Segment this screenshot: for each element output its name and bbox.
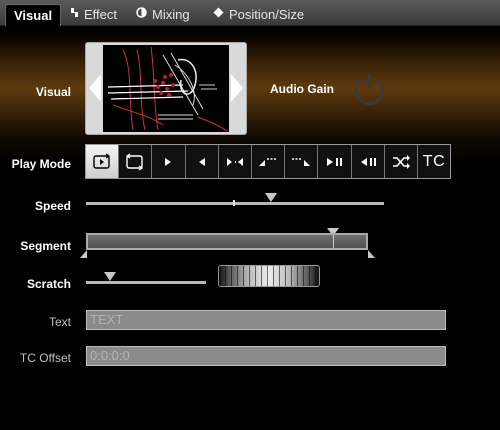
play-mode-shuffle-button[interactable] <box>385 145 418 178</box>
play-mode-loop-button[interactable] <box>86 145 120 178</box>
mixing-icon <box>136 4 147 26</box>
play-mode-play-button[interactable] <box>152 145 186 178</box>
ping-pong-icon <box>226 157 243 166</box>
loop-icon <box>93 153 111 169</box>
play-mode-ramp-down-button[interactable] <box>285 145 319 178</box>
speed-label: Speed <box>34 199 71 213</box>
tab-mixing[interactable]: Mixing <box>136 4 190 26</box>
visual-selector[interactable] <box>85 42 247 135</box>
ramp-up-icon <box>259 157 278 166</box>
text-label: Text <box>48 315 71 329</box>
next-visual-arrow-icon[interactable] <box>231 74 243 102</box>
reverse-icon <box>198 157 205 166</box>
visual-label: Visual <box>35 85 71 99</box>
audio-gain-label: Audio Gain <box>270 82 334 96</box>
text-input[interactable]: TEXT <box>86 310 446 330</box>
play-mode-loop-alt-button[interactable] <box>119 145 153 178</box>
play-mode-tc-button[interactable]: TC <box>418 145 450 178</box>
segment-bar[interactable] <box>86 233 368 250</box>
play-mode-label: Play Mode <box>11 157 71 171</box>
scratch-slider-track[interactable] <box>86 281 206 284</box>
segment-position-marker <box>332 235 334 248</box>
tab-effect-label: Effect <box>84 7 118 22</box>
tc-offset-label: TC Offset <box>19 351 71 365</box>
loop-alt-icon <box>126 153 144 170</box>
diamond-icon <box>213 4 224 26</box>
play-mode-buttons: TC <box>85 144 451 179</box>
scratch-wheel-ribs <box>219 266 319 286</box>
scratch-slider-handle[interactable] <box>104 272 116 281</box>
audio-gain-knob[interactable] <box>352 72 386 106</box>
play-mode-ping-pong-button[interactable] <box>219 145 252 178</box>
tab-effect[interactable]: Effect <box>70 4 117 26</box>
speed-center-tick <box>233 200 235 206</box>
tc-offset-input[interactable]: 0:0:0:0 <box>86 346 446 366</box>
play-icon <box>165 157 172 166</box>
speed-slider-handle[interactable] <box>264 193 277 202</box>
reverse-pause-icon <box>360 157 376 166</box>
tab-bar: Visual Effect Mixing Position/Size <box>0 0 500 26</box>
play-mode-reverse-button[interactable] <box>186 145 219 178</box>
tab-position-size-label: Position/Size <box>229 7 305 22</box>
visual-panel: Visual Audio Gain Play Mode TC Speed Seg… <box>0 26 500 430</box>
effect-icon <box>70 4 79 26</box>
play-mode-ramp-up-button[interactable] <box>252 145 286 178</box>
ramp-down-icon <box>292 157 311 166</box>
previous-visual-arrow-icon[interactable] <box>89 74 101 102</box>
tab-visual[interactable]: Visual <box>5 4 62 26</box>
shuffle-icon <box>392 154 410 169</box>
play-mode-reverse-pause-button[interactable] <box>352 145 385 178</box>
tab-position-size[interactable]: Position/Size <box>213 4 304 26</box>
segment-end-handle[interactable] <box>368 250 375 258</box>
tab-visual-label: Visual <box>14 7 53 23</box>
tab-mixing-label: Mixing <box>152 7 190 22</box>
visual-thumbnail[interactable] <box>103 45 229 132</box>
scratch-wheel[interactable] <box>218 265 320 287</box>
segment-label: Segment <box>20 239 71 253</box>
segment-start-handle[interactable] <box>80 250 87 258</box>
play-mode-play-pause-button[interactable] <box>318 145 352 178</box>
scratch-label: Scratch <box>26 277 71 291</box>
play-pause-icon <box>327 157 343 166</box>
speed-slider-track[interactable] <box>86 202 384 205</box>
